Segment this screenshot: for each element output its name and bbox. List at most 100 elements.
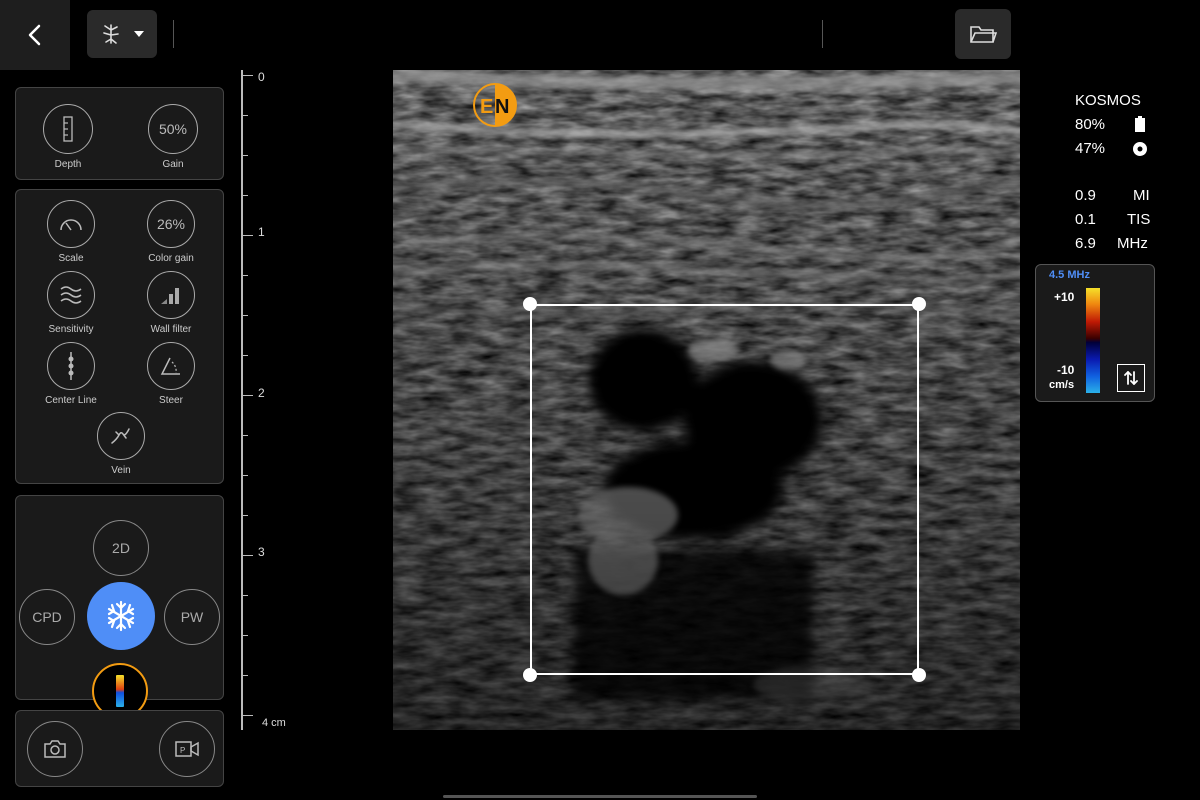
tis-value: 0.1 (1075, 211, 1096, 228)
svg-text:P: P (180, 746, 185, 755)
vein-label: Vein (111, 465, 131, 476)
invert-button[interactable] (1117, 364, 1145, 392)
mode-2d-button[interactable]: 2D (93, 520, 149, 576)
folder-button[interactable] (955, 9, 1011, 59)
steer-angle-icon (160, 357, 180, 375)
invert-arrows-icon (1124, 371, 1138, 385)
velocity-max: +10 (1054, 290, 1075, 304)
battery-level: 80% (1075, 116, 1106, 133)
depth-tick (241, 475, 248, 476)
camera-icon (44, 740, 66, 758)
gain-label: Gain (162, 159, 184, 170)
vein-icon (111, 428, 130, 444)
color-gain-control[interactable]: 26% Color gain (126, 200, 216, 264)
color-settings-panel: Scale 26% Color gain Sensitivity Wall fi… (15, 189, 224, 484)
scale-label: Scale (58, 253, 84, 264)
roi-handle-bottom-left[interactable] (523, 668, 537, 682)
roi-handle-top-left[interactable] (523, 297, 537, 311)
depth-tick (241, 515, 248, 516)
depth-tick (241, 315, 248, 316)
preset-selector-button[interactable] (87, 10, 157, 58)
depth-control[interactable]: Depth (23, 104, 113, 170)
chevron-down-icon (134, 31, 144, 37)
velocity-min: -10 (1057, 363, 1075, 377)
video-record-icon: P (175, 741, 199, 757)
waves-icon (60, 286, 82, 304)
scale-control[interactable]: Scale (26, 200, 116, 264)
sensitivity-label: Sensitivity (48, 324, 94, 335)
divider (173, 20, 174, 48)
mode-cpd-button[interactable]: CPD (19, 589, 75, 645)
divider (822, 20, 823, 48)
wall-filter-control[interactable]: Wall filter (126, 271, 216, 335)
imaging-panel: Depth 50% Gain (15, 87, 224, 180)
tis-label: TIS (1127, 211, 1151, 228)
depth-tick (241, 115, 248, 116)
wall-filter-label: Wall filter (150, 324, 192, 335)
color-roi-box[interactable] (530, 304, 919, 675)
gain-value: 50% (148, 104, 198, 154)
depth-tick (241, 595, 248, 596)
back-button[interactable] (0, 0, 70, 70)
depth-label-0: 0 (258, 70, 265, 84)
probe-temp-icon (1133, 142, 1147, 156)
depth-label-1: 1 (258, 225, 265, 239)
center-line-label: Center Line (45, 395, 97, 406)
video-record-button[interactable]: P (159, 721, 215, 777)
depth-tick (241, 195, 248, 196)
logo-right-letter: N (495, 96, 509, 118)
snowflake-icon (107, 600, 135, 632)
depth-label-3: 3 (258, 545, 265, 559)
doppler-frequency: 4.5 MHz (1049, 269, 1090, 281)
color-doppler-icon (116, 675, 124, 707)
color-gain-value: 26% (147, 200, 195, 248)
depth-tick (241, 155, 248, 156)
depth-ruler (241, 70, 243, 730)
depth-label-2: 2 (258, 386, 265, 400)
roi-handle-bottom-right[interactable] (912, 668, 926, 682)
ruler-icon (63, 116, 73, 142)
frequency-label: MHz (1117, 235, 1148, 252)
depth-tick (241, 395, 253, 396)
top-bar (0, 0, 1200, 70)
velocity-unit: cm/s (1049, 379, 1075, 391)
steer-label: Steer (159, 395, 183, 406)
depth-tick (241, 555, 253, 556)
signal-bars-icon (161, 288, 179, 304)
gauge-icon (60, 219, 82, 231)
roi-handle-top-right[interactable] (912, 297, 926, 311)
color-gain-label: Color gain (148, 253, 194, 264)
depth-tick (241, 355, 248, 356)
home-indicator[interactable] (443, 795, 757, 798)
mi-label: MI (1133, 187, 1150, 204)
depth-tick (241, 275, 248, 276)
center-line-control[interactable]: Center Line (26, 342, 116, 406)
depth-tick (241, 235, 253, 236)
mode-pw-button[interactable]: PW (164, 589, 220, 645)
gain-control[interactable]: 50% Gain (128, 104, 218, 170)
sensitivity-control[interactable]: Sensitivity (26, 271, 116, 335)
frequency-value: 6.9 (1075, 235, 1096, 252)
logo-left-letter: E (480, 96, 493, 118)
depth-label: Depth (54, 159, 82, 170)
vein-control[interactable]: Vein (76, 412, 166, 476)
mi-value: 0.9 (1075, 187, 1096, 204)
camera-button[interactable] (27, 721, 83, 777)
device-name: KOSMOS (1075, 92, 1141, 109)
depth-tick (241, 675, 248, 676)
velocity-color-bar (1086, 288, 1100, 393)
freeze-button[interactable] (87, 582, 155, 650)
logo: E N (472, 82, 518, 128)
depth-tick (241, 635, 248, 636)
steer-control[interactable]: Steer (126, 342, 216, 406)
battery-icon (1135, 116, 1145, 132)
depth-label-4: 4 cm (262, 717, 286, 729)
probe-level: 47% (1075, 140, 1106, 157)
velocity-scale-box: 4.5 MHz +10 -10 cm/s (1035, 264, 1155, 402)
depth-tick (241, 435, 248, 436)
chevron-left-icon (28, 24, 41, 46)
folder-icon (970, 26, 997, 43)
depth-tick (241, 715, 253, 716)
depth-tick (241, 75, 253, 76)
vascular-preset-icon (103, 24, 119, 44)
